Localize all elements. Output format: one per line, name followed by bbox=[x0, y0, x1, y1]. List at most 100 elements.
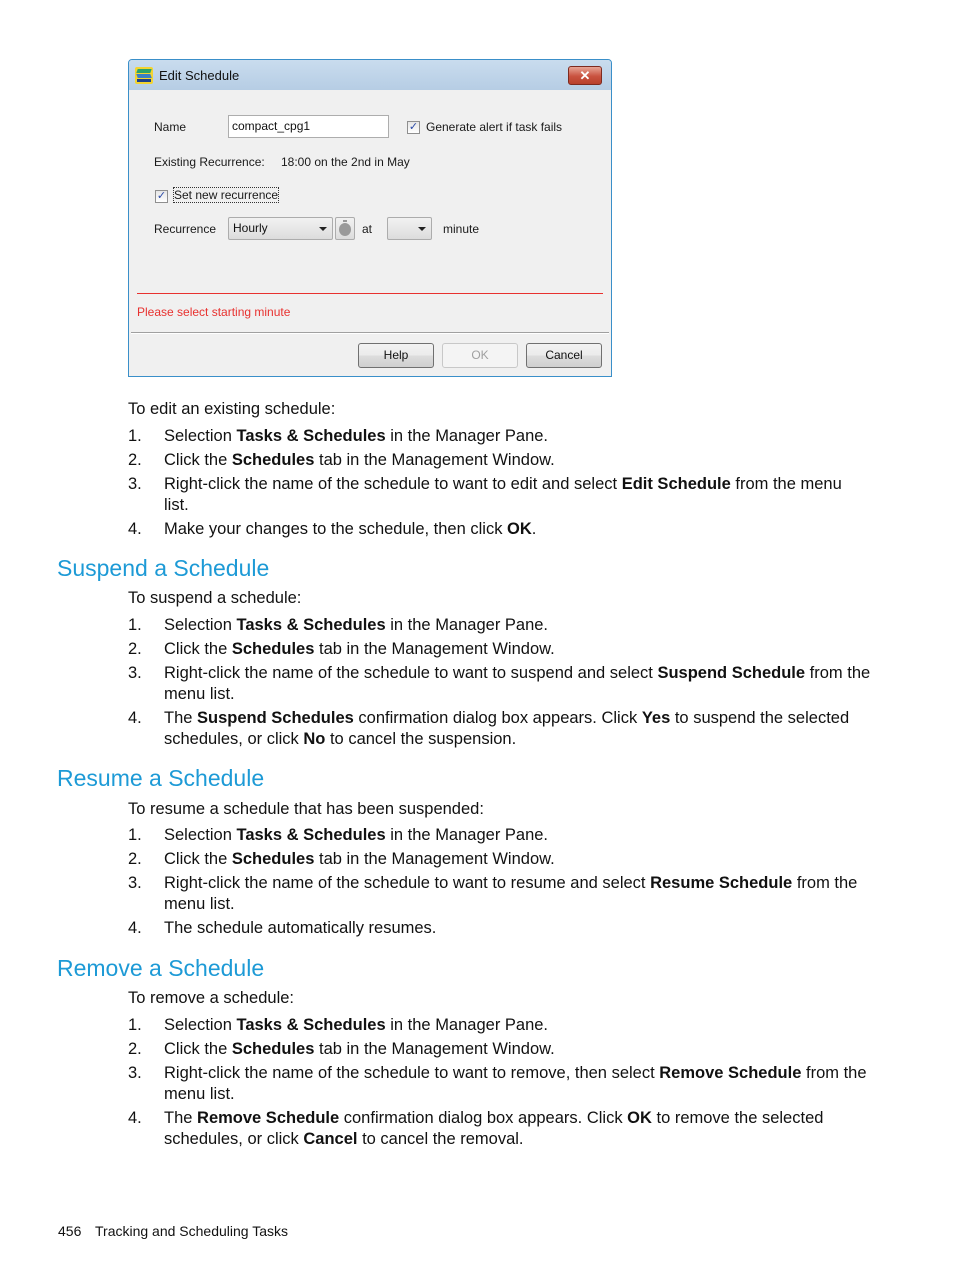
ui-term: Suspend Schedule bbox=[657, 664, 806, 682]
ui-term: Schedules bbox=[231, 451, 315, 469]
step-text-run: in the Manager Pane. bbox=[385, 427, 549, 445]
ui-term: No bbox=[303, 730, 326, 748]
step-text: Right-click the name of the schedule to … bbox=[164, 663, 878, 705]
step-number: 3. bbox=[128, 874, 142, 892]
step-text: Selection Tasks & Schedules in the Manag… bbox=[164, 426, 888, 447]
step-text-run: Click the bbox=[164, 1040, 232, 1058]
step-text: The Suspend Schedules confirmation dialo… bbox=[164, 708, 868, 750]
step-text: Selection Tasks & Schedules in the Manag… bbox=[164, 825, 888, 846]
step-text-run: Click the bbox=[164, 640, 232, 658]
ui-term: Tasks & Schedules bbox=[236, 427, 386, 445]
document-body: To edit an existing schedule: 1. Selectio… bbox=[0, 0, 954, 1271]
remove-intro: To remove a schedule: bbox=[128, 989, 295, 1007]
step-number: 1. bbox=[128, 826, 142, 844]
page-number: 456 bbox=[58, 1223, 82, 1239]
list-item: 3. Right-click the name of the schedule t… bbox=[128, 873, 873, 915]
step-text: Click the Schedules tab in the Managemen… bbox=[164, 849, 888, 870]
chapter-title: Tracking and Scheduling Tasks bbox=[95, 1223, 288, 1239]
remove-heading: Remove a Schedule bbox=[57, 955, 265, 981]
ui-term: Tasks & Schedules bbox=[236, 1016, 386, 1034]
resume-heading: Resume a Schedule bbox=[57, 765, 265, 791]
edit-intro: To edit an existing schedule: bbox=[128, 400, 336, 418]
list-item: 3. Right-click the name of the schedule t… bbox=[128, 1063, 878, 1105]
step-text-run: Selection bbox=[164, 1016, 237, 1034]
list-item: 1. Selection Tasks & Schedules in the Man… bbox=[128, 1015, 888, 1036]
list-item: 2. Click the Schedules tab in the Managem… bbox=[128, 1039, 888, 1060]
step-text-run: tab in the Management Window. bbox=[314, 640, 555, 658]
step-number: 3. bbox=[128, 475, 142, 493]
step-text-run: tab in the Management Window. bbox=[314, 1040, 555, 1058]
ui-term: OK bbox=[507, 520, 532, 538]
ui-term: Resume Schedule bbox=[650, 874, 793, 892]
step-text: Selection Tasks & Schedules in the Manag… bbox=[164, 615, 888, 636]
step-number: 4. bbox=[128, 1109, 142, 1127]
step-text: Right-click the name of the schedule to … bbox=[164, 873, 873, 915]
step-number: 2. bbox=[128, 451, 142, 469]
ui-term: Schedules bbox=[231, 640, 315, 658]
step-text-run: Right-click the name of the schedule to … bbox=[164, 874, 651, 892]
step-text-run: Selection bbox=[164, 427, 237, 445]
page-footer: 456 Tracking and Scheduling Tasks bbox=[58, 1223, 288, 1239]
resume-intro: To resume a schedule that has been suspe… bbox=[128, 800, 484, 818]
list-item: 4. The Remove Schedule confirmation dialo… bbox=[128, 1108, 848, 1150]
ui-term: OK bbox=[627, 1109, 652, 1127]
step-text-run: Make your changes to the schedule, then … bbox=[164, 520, 508, 538]
step-text-run: tab in the Management Window. bbox=[314, 451, 555, 469]
ui-term: Tasks & Schedules bbox=[236, 616, 386, 634]
ui-term: Schedules bbox=[231, 1040, 315, 1058]
step-text: The schedule automatically resumes. bbox=[164, 918, 888, 939]
step-text-run: to cancel the removal. bbox=[357, 1130, 524, 1148]
step-text-run: in the Manager Pane. bbox=[385, 1016, 549, 1034]
ui-term: Yes bbox=[641, 709, 671, 727]
list-item: 2. Click the Schedules tab in the Managem… bbox=[128, 450, 888, 471]
step-text-run: confirmation dialog box appears. Click bbox=[353, 709, 642, 727]
list-item: 4. The Suspend Schedules confirmation dia… bbox=[128, 708, 868, 750]
list-item: 1. Selection Tasks & Schedules in the Man… bbox=[128, 426, 888, 447]
ui-term: Tasks & Schedules bbox=[236, 826, 386, 844]
step-text: Click the Schedules tab in the Managemen… bbox=[164, 450, 888, 471]
step-number: 4. bbox=[128, 520, 142, 538]
step-text: The Remove Schedule confirmation dialog … bbox=[164, 1108, 848, 1150]
step-number: 3. bbox=[128, 664, 142, 682]
ui-term: Suspend Schedules bbox=[197, 709, 354, 727]
ui-term: Remove Schedule bbox=[659, 1064, 802, 1082]
ui-term: Edit Schedule bbox=[621, 475, 731, 493]
ui-term: Remove Schedule bbox=[197, 1109, 340, 1127]
step-text-run: Right-click the name of the schedule to … bbox=[164, 664, 658, 682]
step-number: 2. bbox=[128, 1040, 142, 1058]
step-text: Right-click the name of the schedule to … bbox=[164, 474, 868, 516]
list-item: 1. Selection Tasks & Schedules in the Man… bbox=[128, 825, 888, 846]
step-text-run: Selection bbox=[164, 826, 237, 844]
step-text-run: Right-click the name of the schedule to … bbox=[164, 475, 622, 493]
step-text-run: The bbox=[164, 1109, 198, 1127]
step-number: 3. bbox=[128, 1064, 142, 1082]
step-text-run: Selection bbox=[164, 616, 237, 634]
list-item: 2. Click the Schedules tab in the Managem… bbox=[128, 639, 888, 660]
step-text-run: to cancel the suspension. bbox=[325, 730, 517, 748]
list-item: 4. Make your changes to the schedule, the… bbox=[128, 519, 888, 540]
step-text-run: tab in the Management Window. bbox=[314, 850, 555, 868]
list-item: 4. The schedule automatically resumes. bbox=[128, 918, 888, 939]
suspend-heading: Suspend a Schedule bbox=[57, 555, 270, 581]
step-text-run: . bbox=[531, 520, 537, 538]
step-text-run: confirmation dialog box appears. Click bbox=[339, 1109, 628, 1127]
ui-term: Schedules bbox=[231, 850, 315, 868]
list-item: 2. Click the Schedules tab in the Managem… bbox=[128, 849, 888, 870]
step-number: 4. bbox=[128, 709, 142, 727]
step-text: Selection Tasks & Schedules in the Manag… bbox=[164, 1015, 888, 1036]
step-text: Click the Schedules tab in the Managemen… bbox=[164, 639, 888, 660]
step-text-run: in the Manager Pane. bbox=[385, 616, 549, 634]
step-text-run: in the Manager Pane. bbox=[385, 826, 549, 844]
step-text-run: Click the bbox=[164, 451, 232, 469]
list-item: 3. Right-click the name of the schedule t… bbox=[128, 474, 868, 516]
step-text-run: The schedule automatically resumes. bbox=[164, 919, 437, 937]
step-text-run: The bbox=[164, 709, 198, 727]
step-number: 2. bbox=[128, 850, 142, 868]
step-number: 4. bbox=[128, 919, 142, 937]
step-text-run: Right-click the name of the schedule to … bbox=[164, 1064, 660, 1082]
step-number: 1. bbox=[128, 427, 142, 445]
list-item: 3. Right-click the name of the schedule t… bbox=[128, 663, 878, 705]
step-text: Click the Schedules tab in the Managemen… bbox=[164, 1039, 888, 1060]
step-number: 1. bbox=[128, 616, 142, 634]
step-number: 1. bbox=[128, 1016, 142, 1034]
